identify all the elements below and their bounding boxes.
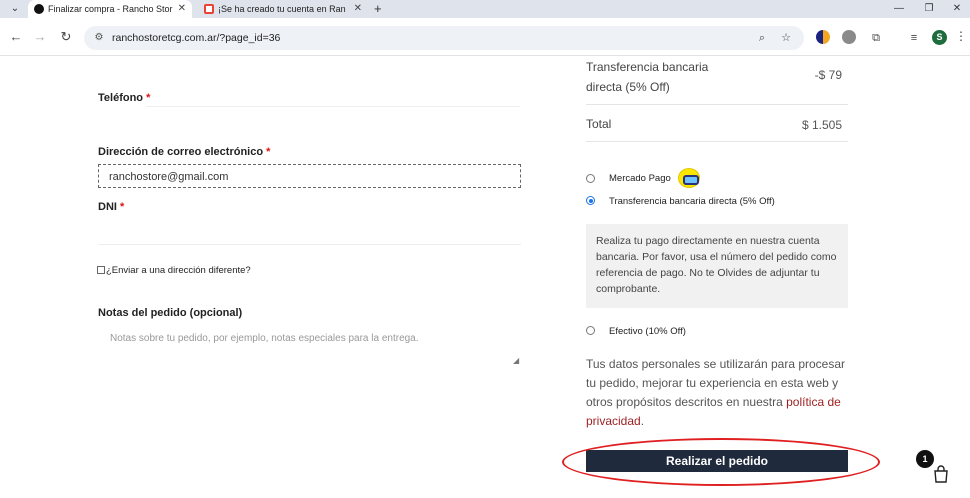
new-tab-icon[interactable]: + [374,0,382,17]
ship-different-label[interactable]: ¿Enviar a una dirección diferente? [106,265,251,276]
extensions-puzzle-icon[interactable]: ⧉ [868,30,884,46]
address-bar[interactable]: ⚙ ranchostoretcg.com.ar/?page_id=36 ⌕ ☆ [84,26,804,50]
gmail-icon [204,4,214,14]
notes-label: Notas del pedido (opcional) [98,307,243,319]
payment-label-mercado-pago[interactable]: Mercado Pago [609,173,671,184]
summary-divider [586,104,848,105]
transfer-description: Realiza tu pago directamente en nuestra … [596,235,837,295]
tab-gmail[interactable]: ¡Se ha creado tu cuenta en Ran ✕ [198,0,368,18]
dni-label: DNI * [98,201,125,213]
zoom-icon[interactable]: ⌕ [754,30,770,46]
total-value: $ 1.505 [801,118,842,132]
shopping-bag-icon[interactable] [932,465,950,483]
site-info-icon[interactable]: ⚙ [92,31,106,45]
browser-toolbar: ← → ↻ ⚙ ranchostoretcg.com.ar/?page_id=3… [0,18,970,56]
total-label: Total [586,117,612,131]
bookmark-star-icon[interactable]: ☆ [778,30,794,46]
discount-label: Transferencia bancaria directa (5% Off) [586,60,709,94]
privacy-notice: Tus datos personales se utilizarán para … [586,357,846,428]
close-tab-icon[interactable]: ✕ [354,0,362,18]
extension-icon[interactable] [842,30,856,44]
discount-value: -$ 79 [814,68,842,82]
email-field[interactable]: ranchostore@gmail.com [98,164,521,188]
media-controls-icon[interactable]: ≡ [906,30,922,46]
tab-strip: ⌄ Finalizar compra - Rancho Stor ✕ ¡Se h… [0,0,970,18]
forward-icon[interactable]: → [32,29,48,45]
transfer-description-box: Realiza tu pago directamente en nuestra … [586,224,848,308]
tab-title: ¡Se ha creado tu cuenta en Ran [218,4,346,14]
summary-divider [586,141,848,142]
ship-different-checkbox[interactable] [97,266,105,274]
close-window-icon[interactable]: ✕ [942,0,970,18]
reload-icon[interactable]: ↻ [58,29,74,45]
browser-menu-icon[interactable]: ⋮ [955,29,967,43]
notes-textarea[interactable]: Notas sobre tu pedido, por ejemplo, nota… [110,333,419,344]
profile-avatar[interactable]: S [932,30,947,45]
tab-search-icon[interactable]: ⌄ [6,2,24,16]
payment-radio-transferencia[interactable] [586,196,595,205]
payment-radio-mercado-pago[interactable] [586,174,595,183]
close-tab-icon[interactable]: ✕ [178,0,186,18]
mercado-pago-logo-icon [678,168,700,188]
payment-label-efectivo[interactable]: Efectivo (10% Off) [609,326,686,337]
resize-handle-icon[interactable]: ◢ [513,356,519,365]
telefono-label: Teléfono * [98,92,151,104]
payment-radio-efectivo[interactable] [586,326,595,335]
place-order-button[interactable]: Realizar el pedido [586,450,848,472]
restore-icon[interactable]: ❐ [914,0,944,18]
tab-checkout[interactable]: Finalizar compra - Rancho Stor ✕ [28,0,192,18]
email-label: Dirección de correo electrónico * [98,146,271,158]
minimize-icon[interactable]: — [884,0,914,18]
payment-label-transferencia[interactable]: Transferencia bancaria directa (5% Off) [609,196,775,207]
telefono-input[interactable] [146,106,520,107]
tab-title: Finalizar compra - Rancho Stor [48,4,173,14]
extension-icon[interactable] [816,30,830,44]
back-icon[interactable]: ← [8,29,24,45]
dni-input[interactable] [98,244,521,245]
site-favicon-icon [34,4,44,14]
url-text[interactable]: ranchostoretcg.com.ar/?page_id=36 [112,26,280,50]
